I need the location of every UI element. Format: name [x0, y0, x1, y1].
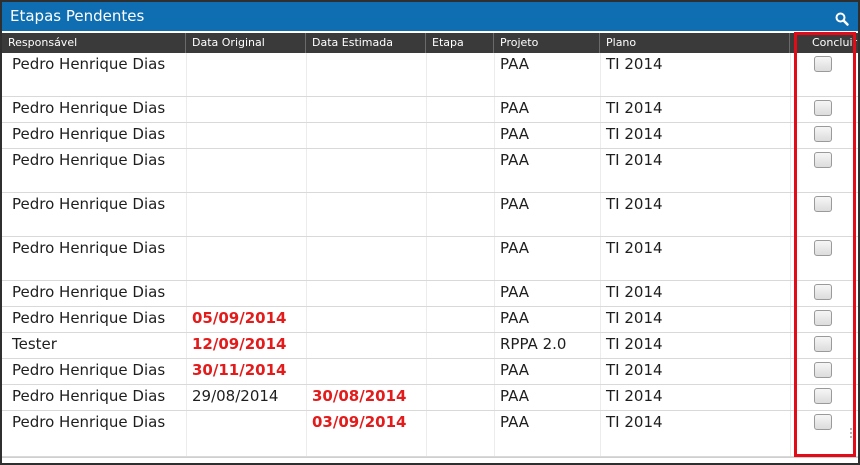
cell-responsavel: Pedro Henrique Dias: [12, 195, 166, 213]
concluir-checkbox[interactable]: [814, 126, 832, 142]
table-row: Pedro Henrique Dias 29/08/2014 30/08/2014 P…: [2, 385, 858, 411]
cell-projeto: PAA: [500, 151, 530, 169]
cell-projeto: PAA: [500, 125, 530, 143]
cell-plano: TI 2014: [606, 387, 663, 405]
table-bottom-border: [2, 457, 858, 458]
cell-projeto: RPPA 2.0: [500, 335, 567, 353]
table-header: Responsável Data Original Data Estimada …: [2, 33, 858, 53]
cell-projeto: PAA: [500, 413, 530, 431]
concluir-checkbox[interactable]: [814, 56, 832, 72]
column-header-responsavel[interactable]: Responsável: [2, 33, 186, 53]
column-header-concluir[interactable]: Concluir: [790, 33, 858, 53]
column-header-data-estimada[interactable]: Data Estimada: [306, 33, 426, 53]
concluir-checkbox[interactable]: [814, 414, 832, 430]
cell-plano: TI 2014: [606, 151, 663, 169]
cell-plano: TI 2014: [606, 361, 663, 379]
cell-projeto: PAA: [500, 195, 530, 213]
column-header-etapa[interactable]: Etapa: [426, 33, 494, 53]
concluir-checkbox[interactable]: [814, 336, 832, 352]
concluir-checkbox[interactable]: [814, 388, 832, 404]
column-header-plano[interactable]: Plano: [600, 33, 790, 53]
cell-responsavel: Pedro Henrique Dias: [12, 239, 166, 257]
table-row: Pedro Henrique Dias PAA TI 2014: [2, 237, 858, 281]
cell-projeto: PAA: [500, 239, 530, 257]
cell-plano: TI 2014: [606, 125, 663, 143]
concluir-checkbox[interactable]: [814, 362, 832, 378]
cell-responsavel: Pedro Henrique Dias: [12, 99, 166, 117]
table-row: Pedro Henrique Dias PAA TI 2014: [2, 53, 858, 97]
concluir-checkbox[interactable]: [814, 152, 832, 168]
table-row: Pedro Henrique Dias PAA TI 2014: [2, 149, 858, 193]
table-row: Pedro Henrique Dias 05/09/2014 PAA TI 2014: [2, 307, 858, 333]
table-row: Pedro Henrique Dias 30/11/2014 PAA TI 2014: [2, 359, 858, 385]
cell-plano: TI 2014: [606, 283, 663, 301]
concluir-checkbox[interactable]: [814, 310, 832, 326]
table-row: Pedro Henrique Dias PAA TI 2014: [2, 281, 858, 307]
concluir-checkbox[interactable]: [814, 240, 832, 256]
cell-projeto: PAA: [500, 283, 530, 301]
cell-plano: TI 2014: [606, 195, 663, 213]
cell-data-original: 12/09/2014: [192, 335, 287, 353]
cell-responsavel: Pedro Henrique Dias: [12, 309, 166, 327]
cell-responsavel: Pedro Henrique Dias: [12, 361, 166, 379]
cell-data-original: 29/08/2014: [192, 387, 279, 405]
cell-responsavel: Pedro Henrique Dias: [12, 125, 166, 143]
table-row: Pedro Henrique Dias PAA TI 2014: [2, 123, 858, 149]
cell-projeto: PAA: [500, 309, 530, 327]
cell-responsavel: Pedro Henrique Dias: [12, 55, 166, 73]
cell-data-original: 05/09/2014: [192, 309, 287, 327]
concluir-checkbox[interactable]: [814, 196, 832, 212]
cell-data-estimada: 30/08/2014: [312, 387, 407, 405]
cell-plano: TI 2014: [606, 239, 663, 257]
pending-stages-panel: Etapas Pendentes Responsável Data Origin…: [0, 0, 860, 465]
cell-responsavel: Pedro Henrique Dias: [12, 387, 166, 405]
cell-plano: TI 2014: [606, 309, 663, 327]
cell-responsavel: Tester: [12, 335, 57, 353]
table-row: Tester 12/09/2014 RPPA 2.0 TI 2014: [2, 333, 858, 359]
cell-data-estimada: 03/09/2014: [312, 413, 407, 431]
cell-projeto: PAA: [500, 361, 530, 379]
cell-responsavel: Pedro Henrique Dias: [12, 413, 166, 431]
panel-title: Etapas Pendentes: [10, 7, 145, 25]
table-row: Pedro Henrique Dias PAA TI 2014: [2, 193, 858, 237]
cell-projeto: PAA: [500, 387, 530, 405]
cell-data-original: 30/11/2014: [192, 361, 287, 379]
panel-titlebar: Etapas Pendentes: [2, 2, 858, 31]
cell-plano: TI 2014: [606, 99, 663, 117]
cell-plano: TI 2014: [606, 55, 663, 73]
resize-grip-icon[interactable]: [848, 426, 854, 440]
cell-responsavel: Pedro Henrique Dias: [12, 151, 166, 169]
concluir-checkbox[interactable]: [814, 284, 832, 300]
cell-projeto: PAA: [500, 55, 530, 73]
table-row: Pedro Henrique Dias 03/09/2014 PAA TI 2014: [2, 411, 858, 457]
column-header-data-original[interactable]: Data Original: [186, 33, 306, 53]
cell-plano: TI 2014: [606, 335, 663, 353]
column-header-projeto[interactable]: Projeto: [494, 33, 600, 53]
concluir-checkbox[interactable]: [814, 100, 832, 116]
cell-responsavel: Pedro Henrique Dias: [12, 283, 166, 301]
search-icon[interactable]: [834, 8, 850, 26]
cell-plano: TI 2014: [606, 413, 663, 431]
cell-projeto: PAA: [500, 99, 530, 117]
table-row: Pedro Henrique Dias PAA TI 2014: [2, 97, 858, 123]
